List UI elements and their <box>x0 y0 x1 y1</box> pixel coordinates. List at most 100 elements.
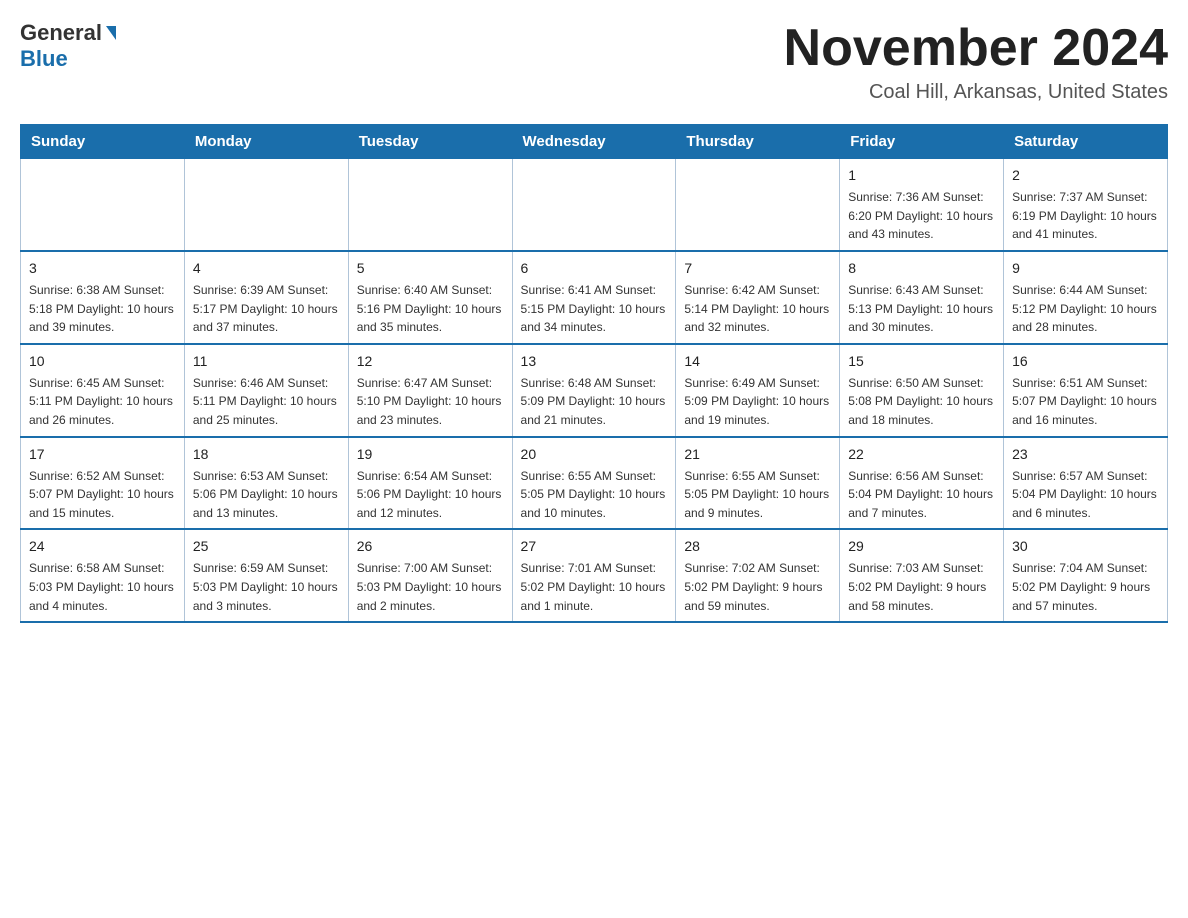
calendar-cell: 5Sunrise: 6:40 AM Sunset: 5:16 PM Daylig… <box>348 251 512 344</box>
calendar-cell: 26Sunrise: 7:00 AM Sunset: 5:03 PM Dayli… <box>348 529 512 622</box>
calendar-cell: 30Sunrise: 7:04 AM Sunset: 5:02 PM Dayli… <box>1004 529 1168 622</box>
day-number: 11 <box>193 351 340 372</box>
calendar-cell <box>676 159 840 251</box>
day-number: 10 <box>29 351 176 372</box>
calendar-day-header: Wednesday <box>512 125 676 159</box>
day-info: Sunrise: 7:00 AM Sunset: 5:03 PM Dayligh… <box>357 559 504 615</box>
calendar-cell: 4Sunrise: 6:39 AM Sunset: 5:17 PM Daylig… <box>184 251 348 344</box>
location-subtitle: Coal Hill, Arkansas, United States <box>784 81 1168 104</box>
day-number: 6 <box>521 258 668 279</box>
day-info: Sunrise: 6:46 AM Sunset: 5:11 PM Dayligh… <box>193 374 340 430</box>
day-info: Sunrise: 6:45 AM Sunset: 5:11 PM Dayligh… <box>29 374 176 430</box>
day-number: 21 <box>684 444 831 465</box>
day-number: 30 <box>1012 536 1159 557</box>
day-number: 13 <box>521 351 668 372</box>
day-info: Sunrise: 6:49 AM Sunset: 5:09 PM Dayligh… <box>684 374 831 430</box>
day-info: Sunrise: 6:47 AM Sunset: 5:10 PM Dayligh… <box>357 374 504 430</box>
day-info: Sunrise: 7:01 AM Sunset: 5:02 PM Dayligh… <box>521 559 668 615</box>
calendar-cell: 14Sunrise: 6:49 AM Sunset: 5:09 PM Dayli… <box>676 344 840 437</box>
day-info: Sunrise: 7:04 AM Sunset: 5:02 PM Dayligh… <box>1012 559 1159 615</box>
day-info: Sunrise: 6:43 AM Sunset: 5:13 PM Dayligh… <box>848 281 995 337</box>
calendar-cell: 3Sunrise: 6:38 AM Sunset: 5:18 PM Daylig… <box>21 251 185 344</box>
day-info: Sunrise: 6:58 AM Sunset: 5:03 PM Dayligh… <box>29 559 176 615</box>
logo-arrow-icon <box>106 26 116 40</box>
day-number: 23 <box>1012 444 1159 465</box>
calendar-cell: 19Sunrise: 6:54 AM Sunset: 5:06 PM Dayli… <box>348 437 512 530</box>
day-info: Sunrise: 6:50 AM Sunset: 5:08 PM Dayligh… <box>848 374 995 430</box>
day-info: Sunrise: 7:03 AM Sunset: 5:02 PM Dayligh… <box>848 559 995 615</box>
calendar-day-header: Saturday <box>1004 125 1168 159</box>
calendar-cell: 11Sunrise: 6:46 AM Sunset: 5:11 PM Dayli… <box>184 344 348 437</box>
calendar-cell: 2Sunrise: 7:37 AM Sunset: 6:19 PM Daylig… <box>1004 159 1168 251</box>
day-info: Sunrise: 6:53 AM Sunset: 5:06 PM Dayligh… <box>193 467 340 523</box>
day-number: 14 <box>684 351 831 372</box>
calendar-cell: 20Sunrise: 6:55 AM Sunset: 5:05 PM Dayli… <box>512 437 676 530</box>
calendar-cell: 23Sunrise: 6:57 AM Sunset: 5:04 PM Dayli… <box>1004 437 1168 530</box>
calendar-cell: 22Sunrise: 6:56 AM Sunset: 5:04 PM Dayli… <box>840 437 1004 530</box>
title-section: November 2024 Coal Hill, Arkansas, Unite… <box>784 20 1168 104</box>
day-info: Sunrise: 7:36 AM Sunset: 6:20 PM Dayligh… <box>848 188 995 244</box>
calendar-table: SundayMondayTuesdayWednesdayThursdayFrid… <box>20 124 1168 623</box>
logo-general-text: General <box>20 20 116 46</box>
day-info: Sunrise: 7:02 AM Sunset: 5:02 PM Dayligh… <box>684 559 831 615</box>
logo-blue-text: Blue <box>20 46 68 72</box>
calendar-cell <box>512 159 676 251</box>
calendar-cell: 28Sunrise: 7:02 AM Sunset: 5:02 PM Dayli… <box>676 529 840 622</box>
day-info: Sunrise: 6:48 AM Sunset: 5:09 PM Dayligh… <box>521 374 668 430</box>
day-number: 15 <box>848 351 995 372</box>
calendar-cell: 27Sunrise: 7:01 AM Sunset: 5:02 PM Dayli… <box>512 529 676 622</box>
day-info: Sunrise: 6:57 AM Sunset: 5:04 PM Dayligh… <box>1012 467 1159 523</box>
page-header: General Blue November 2024 Coal Hill, Ar… <box>20 20 1168 104</box>
calendar-week-row: 10Sunrise: 6:45 AM Sunset: 5:11 PM Dayli… <box>21 344 1168 437</box>
calendar-cell <box>348 159 512 251</box>
calendar-day-header: Tuesday <box>348 125 512 159</box>
day-number: 19 <box>357 444 504 465</box>
calendar-cell: 9Sunrise: 6:44 AM Sunset: 5:12 PM Daylig… <box>1004 251 1168 344</box>
calendar-day-header: Thursday <box>676 125 840 159</box>
calendar-cell: 29Sunrise: 7:03 AM Sunset: 5:02 PM Dayli… <box>840 529 1004 622</box>
calendar-cell <box>21 159 185 251</box>
month-title: November 2024 <box>784 20 1168 77</box>
calendar-cell: 13Sunrise: 6:48 AM Sunset: 5:09 PM Dayli… <box>512 344 676 437</box>
day-info: Sunrise: 7:37 AM Sunset: 6:19 PM Dayligh… <box>1012 188 1159 244</box>
day-number: 18 <box>193 444 340 465</box>
day-number: 24 <box>29 536 176 557</box>
calendar-cell: 6Sunrise: 6:41 AM Sunset: 5:15 PM Daylig… <box>512 251 676 344</box>
day-info: Sunrise: 6:59 AM Sunset: 5:03 PM Dayligh… <box>193 559 340 615</box>
calendar-day-header: Sunday <box>21 125 185 159</box>
day-number: 28 <box>684 536 831 557</box>
calendar-week-row: 24Sunrise: 6:58 AM Sunset: 5:03 PM Dayli… <box>21 529 1168 622</box>
day-number: 9 <box>1012 258 1159 279</box>
day-info: Sunrise: 6:55 AM Sunset: 5:05 PM Dayligh… <box>684 467 831 523</box>
calendar-week-row: 3Sunrise: 6:38 AM Sunset: 5:18 PM Daylig… <box>21 251 1168 344</box>
calendar-week-row: 17Sunrise: 6:52 AM Sunset: 5:07 PM Dayli… <box>21 437 1168 530</box>
day-number: 20 <box>521 444 668 465</box>
day-info: Sunrise: 6:40 AM Sunset: 5:16 PM Dayligh… <box>357 281 504 337</box>
calendar-cell: 21Sunrise: 6:55 AM Sunset: 5:05 PM Dayli… <box>676 437 840 530</box>
day-number: 8 <box>848 258 995 279</box>
calendar-cell: 16Sunrise: 6:51 AM Sunset: 5:07 PM Dayli… <box>1004 344 1168 437</box>
calendar-cell: 24Sunrise: 6:58 AM Sunset: 5:03 PM Dayli… <box>21 529 185 622</box>
day-number: 26 <box>357 536 504 557</box>
calendar-cell: 25Sunrise: 6:59 AM Sunset: 5:03 PM Dayli… <box>184 529 348 622</box>
day-number: 4 <box>193 258 340 279</box>
day-number: 1 <box>848 165 995 186</box>
calendar-cell <box>184 159 348 251</box>
calendar-header-row: SundayMondayTuesdayWednesdayThursdayFrid… <box>21 125 1168 159</box>
logo: General Blue <box>20 20 116 72</box>
day-number: 17 <box>29 444 176 465</box>
day-number: 27 <box>521 536 668 557</box>
calendar-cell: 7Sunrise: 6:42 AM Sunset: 5:14 PM Daylig… <box>676 251 840 344</box>
day-number: 12 <box>357 351 504 372</box>
calendar-week-row: 1Sunrise: 7:36 AM Sunset: 6:20 PM Daylig… <box>21 159 1168 251</box>
calendar-day-header: Monday <box>184 125 348 159</box>
calendar-cell: 10Sunrise: 6:45 AM Sunset: 5:11 PM Dayli… <box>21 344 185 437</box>
day-info: Sunrise: 6:41 AM Sunset: 5:15 PM Dayligh… <box>521 281 668 337</box>
day-info: Sunrise: 6:39 AM Sunset: 5:17 PM Dayligh… <box>193 281 340 337</box>
day-info: Sunrise: 6:44 AM Sunset: 5:12 PM Dayligh… <box>1012 281 1159 337</box>
day-number: 7 <box>684 258 831 279</box>
day-number: 16 <box>1012 351 1159 372</box>
calendar-cell: 12Sunrise: 6:47 AM Sunset: 5:10 PM Dayli… <box>348 344 512 437</box>
day-info: Sunrise: 6:42 AM Sunset: 5:14 PM Dayligh… <box>684 281 831 337</box>
day-number: 22 <box>848 444 995 465</box>
